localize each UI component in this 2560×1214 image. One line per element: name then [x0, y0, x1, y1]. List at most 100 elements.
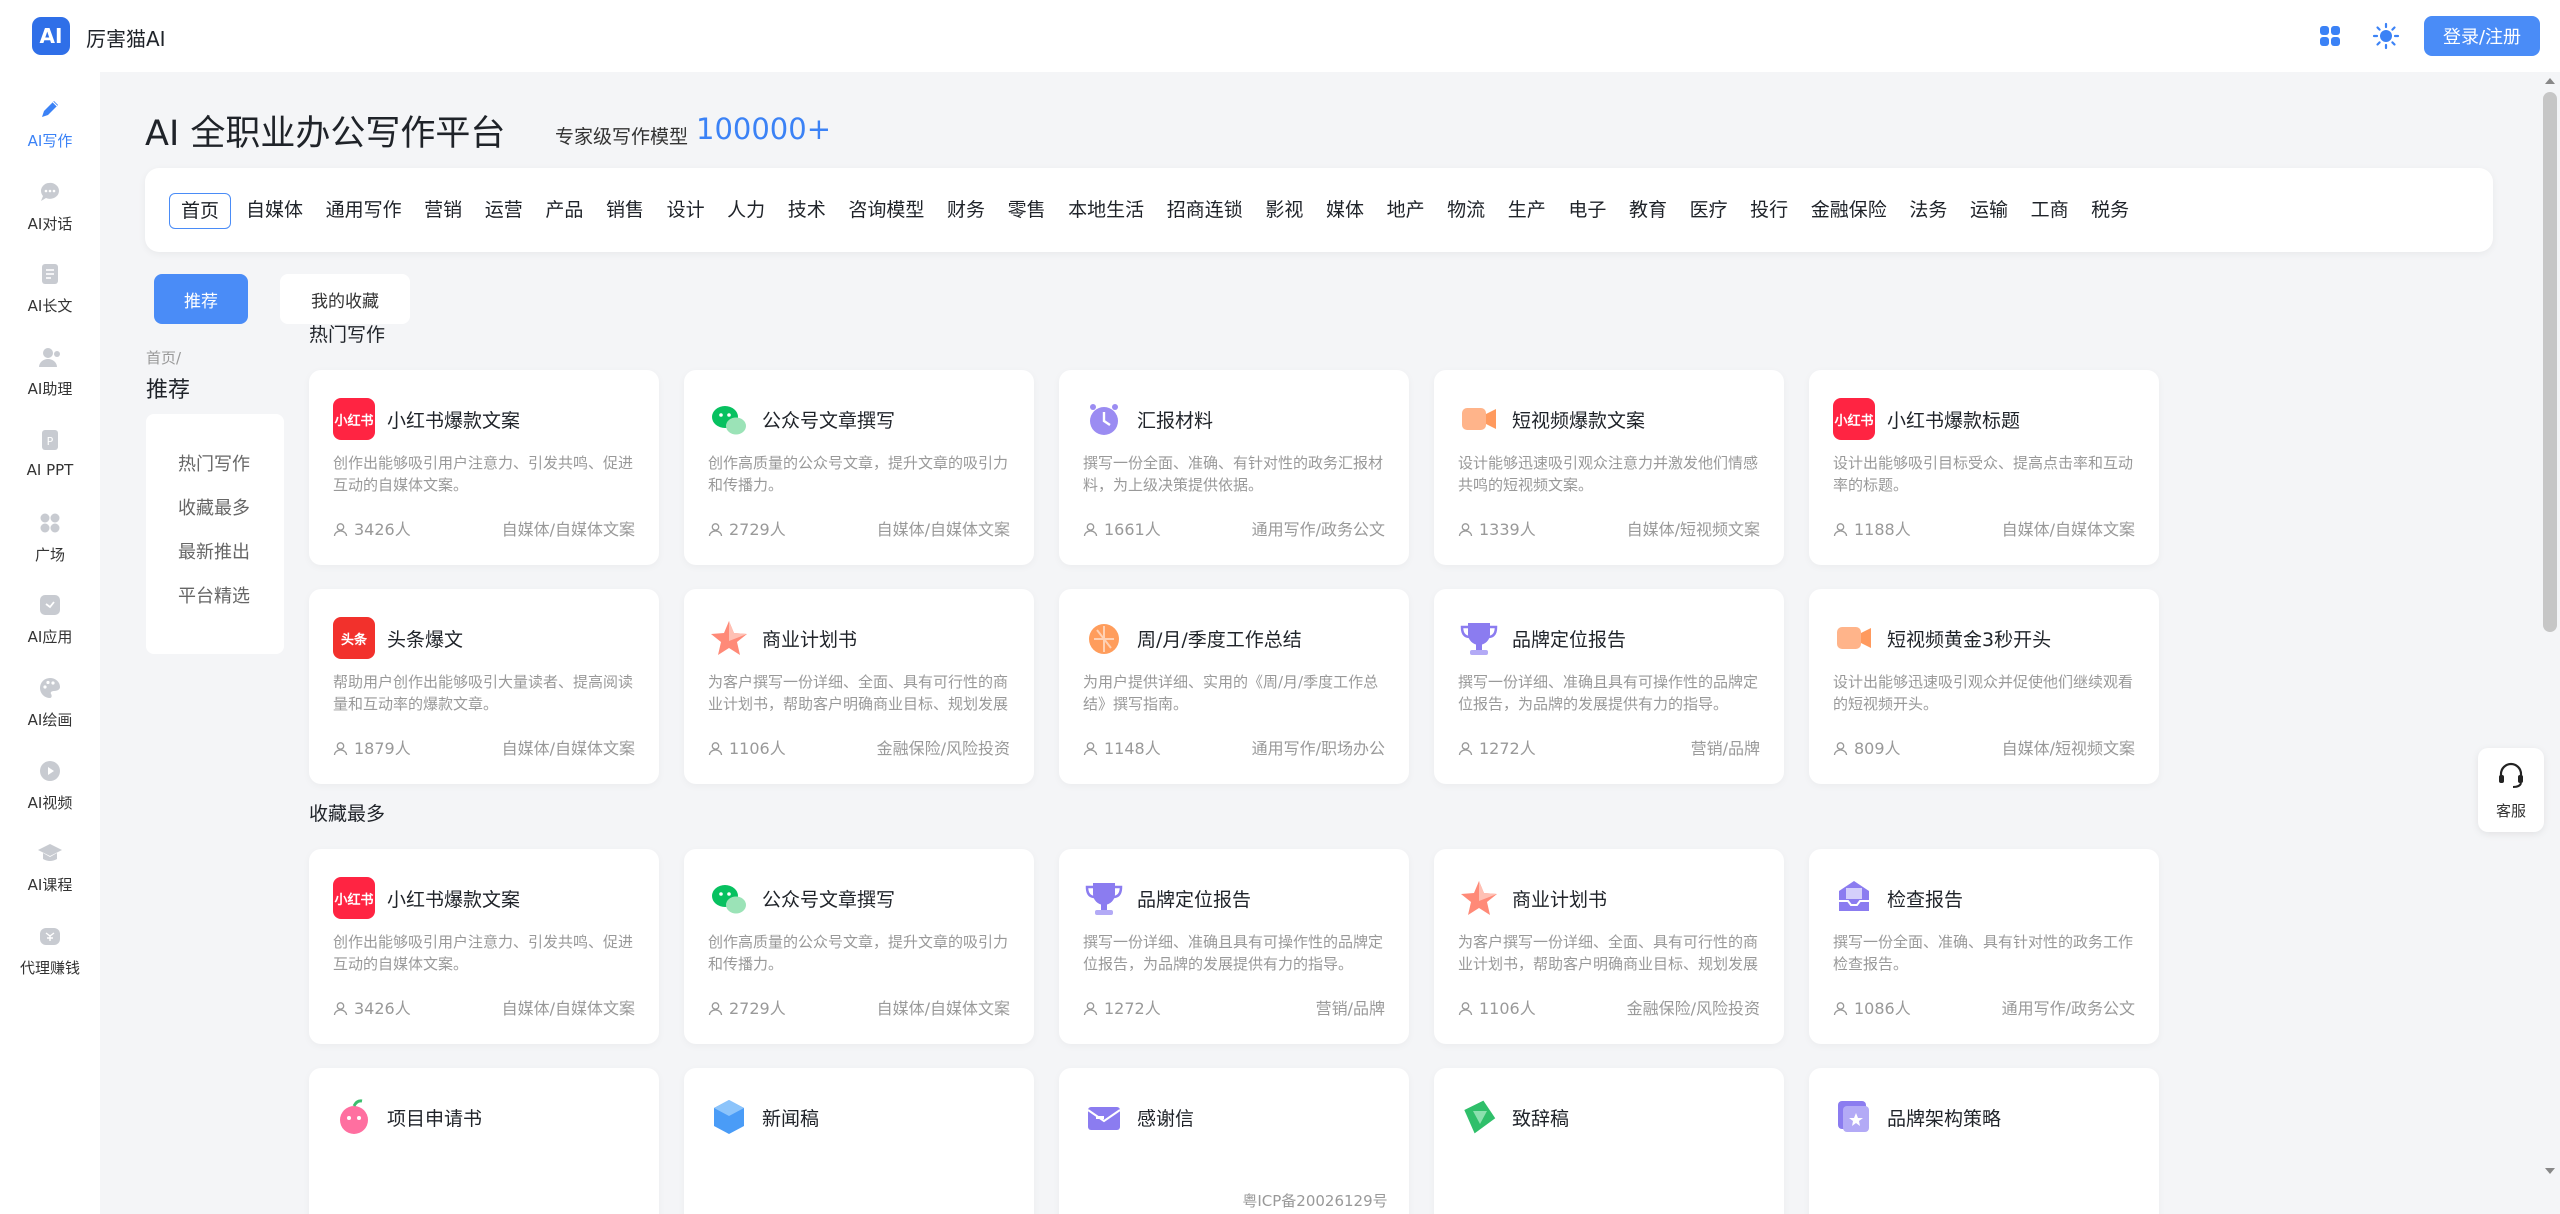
- grid-icon[interactable]: [2318, 24, 2342, 48]
- writing-card[interactable]: 公众号文章撰写 创作高质量的公众号文章，提升文章的吸引力和传播力。 2729人 自媒体…: [684, 370, 1034, 565]
- sidebar-item-4[interactable]: P AI PPT: [0, 417, 100, 495]
- writing-card[interactable]: 小红书 小红书爆款标题 设计出能够吸引目标受众、提高点击率和互动率的标题。 1188人…: [1809, 370, 2159, 565]
- writing-card[interactable]: 品牌定位报告 撰写一份详细、准确且具有可操作性的品牌定位报告，为品牌的发展提供有力…: [1434, 589, 1784, 784]
- category-tab-0[interactable]: 首页: [169, 193, 231, 229]
- xiaohongshu-icon: 小红书: [1833, 398, 1875, 440]
- category-tab-20[interactable]: 电子: [1563, 193, 1611, 229]
- category-tab-9[interactable]: 技术: [783, 193, 831, 229]
- writing-card[interactable]: 商业计划书 为客户撰写一份详细、全面、具有可行性的商业计划书，帮助客户明确商业目标…: [1434, 849, 1784, 1044]
- user-icon: [333, 742, 348, 756]
- category-tab-19[interactable]: 生产: [1503, 193, 1551, 229]
- sidebar-item-2[interactable]: AI长文: [0, 251, 100, 329]
- icp-footer[interactable]: 粤ICP备20026129号: [100, 1190, 2530, 1211]
- usage-count-value: 1879人: [354, 739, 411, 758]
- card-title: 公众号文章撰写: [762, 410, 896, 432]
- sidebar-item-9[interactable]: AI课程: [0, 830, 100, 908]
- card-title: 汇报材料: [1137, 410, 1214, 432]
- subnav-item-0[interactable]: 热门写作: [178, 450, 250, 476]
- writing-card[interactable]: 周/月/季度工作总结 为用户提供详细、实用的《周/月/季度工作总结》撰写指南。 11…: [1059, 589, 1409, 784]
- scrollbar-thumb[interactable]: [2543, 92, 2557, 632]
- sidebar-item-7[interactable]: AI绘画: [0, 665, 100, 743]
- category-tag: 自媒体/自媒体文案: [501, 739, 635, 758]
- app-name[interactable]: 厉害猫AI: [86, 23, 166, 52]
- subnav-item-3[interactable]: 平台精选: [178, 582, 250, 608]
- category-tag: 通用写作/政务公文: [2001, 999, 2135, 1018]
- category-tab-12[interactable]: 零售: [1003, 193, 1051, 229]
- category-tab-17[interactable]: 地产: [1382, 193, 1430, 229]
- user-icon: [708, 1002, 723, 1016]
- category-tab-28[interactable]: 税务: [2086, 193, 2134, 229]
- card-description: 帮助用户创作出能够吸引大量读者、提高阅读量和互动率的爆款文章。: [333, 673, 634, 713]
- category-tab-6[interactable]: 销售: [601, 193, 649, 229]
- sub-navigation: 热门写作收藏最多最新推出平台精选: [146, 414, 284, 654]
- category-tab-15[interactable]: 影视: [1260, 193, 1308, 229]
- page-title: AI 全职业办公写作平台: [145, 114, 506, 154]
- category-tab-16[interactable]: 媒体: [1321, 193, 1369, 229]
- category-tab-3[interactable]: 营销: [419, 193, 467, 229]
- category-tab-8[interactable]: 人力: [722, 193, 770, 229]
- writing-card[interactable]: 短视频黄金3秒开头 设计出能够迅速吸引观众并促使他们继续观看的短视频开头。 809人…: [1809, 589, 2159, 784]
- section-title: 热门写作: [309, 324, 386, 346]
- usage-count: 1339人: [1458, 516, 1536, 540]
- category-tag: 自媒体/短视频文案: [2001, 739, 2135, 758]
- category-tab-18[interactable]: 物流: [1442, 193, 1490, 229]
- sidebar-item-8[interactable]: AI视频: [0, 748, 100, 826]
- writing-card[interactable]: 小红书 小红书爆款文案 创作出能够吸引用户注意力、引发共鸣、促进互动的自媒体文案。 3…: [309, 370, 659, 565]
- sidebar-item-5[interactable]: 广场: [0, 500, 100, 578]
- user-icon: [1833, 1002, 1848, 1016]
- category-tab-25[interactable]: 法务: [1904, 193, 1952, 229]
- writing-card[interactable]: 商业计划书 为客户撰写一份详细、全面、具有可行性的商业计划书，帮助客户明确商业目标…: [684, 589, 1034, 784]
- category-tab-1[interactable]: 自媒体: [241, 193, 308, 229]
- category-tab-22[interactable]: 医疗: [1685, 193, 1733, 229]
- category-tab-7[interactable]: 设计: [662, 193, 710, 229]
- usage-count: 1188人: [1833, 516, 1911, 540]
- customer-service-button[interactable]: 客服: [2478, 748, 2544, 832]
- sidebar-item-3[interactable]: AI助理: [0, 334, 100, 412]
- writing-card[interactable]: 头条 头条爆文 帮助用户创作出能够吸引大量读者、提高阅读量和互动率的爆款文章。 187…: [309, 589, 659, 784]
- writing-card[interactable]: 检查报告 撰写一份全面、准确、具有针对性的政务工作检查报告。 1086人 通用写作/政…: [1809, 849, 2159, 1044]
- category-tab-14[interactable]: 招商连锁: [1162, 193, 1248, 229]
- toutiao-icon: 头条: [333, 617, 375, 659]
- user-icon: [1083, 523, 1098, 537]
- sidebar-item-label: AI视频: [27, 793, 73, 812]
- writing-card[interactable]: 短视频爆款文案 设计能够迅速吸引观众注意力并激发他们情感共鸣的短视频文案。 1339…: [1434, 370, 1784, 565]
- category-bar: 首页 自媒体 通用写作 营销 运营 产品 销售 设计 人力 技术 咨询模型 财务 零售 本地生活 招商连锁影…: [145, 168, 2493, 252]
- usage-count-value: 809人: [1854, 739, 1901, 758]
- scroll-up-arrow-icon[interactable]: [2544, 76, 2556, 86]
- logo[interactable]: AI: [32, 17, 70, 55]
- tab-recommend[interactable]: 推荐: [154, 274, 248, 324]
- category-tab-4[interactable]: 运营: [480, 193, 528, 229]
- sidebar-item-1[interactable]: AI对话: [0, 169, 100, 247]
- writing-card[interactable]: 汇报材料 撰写一份全面、准确、有针对性的政务汇报材料，为上级决策提供依据。 1661…: [1059, 370, 1409, 565]
- category-tab-21[interactable]: 教育: [1624, 193, 1672, 229]
- sun-icon[interactable]: [2372, 22, 2400, 50]
- tab-favorites[interactable]: 我的收藏: [280, 274, 410, 324]
- category-tab-27[interactable]: 工商: [2026, 193, 2074, 229]
- breadcrumb[interactable]: 首页/: [146, 347, 181, 368]
- card-description: 撰写一份全面、准确、具有针对性的政务工作检查报告。: [1833, 933, 2134, 973]
- category-tab-24[interactable]: 金融保险: [1806, 193, 1892, 229]
- camera-icon: [1458, 398, 1500, 440]
- usage-count: 1106人: [708, 735, 786, 759]
- chat-icon: [40, 182, 59, 201]
- category-tab-5[interactable]: 产品: [540, 193, 588, 229]
- sidebar-item-6[interactable]: AI应用: [0, 582, 100, 660]
- sidebar-item-label: AI长文: [27, 297, 73, 316]
- category-tab-2[interactable]: 通用写作: [321, 193, 407, 229]
- usage-count-value: 1661人: [1104, 520, 1161, 539]
- scroll-down-arrow-icon[interactable]: [2544, 1166, 2556, 1176]
- login-register-button[interactable]: 登录/注册: [2424, 16, 2540, 56]
- writing-card[interactable]: 小红书 小红书爆款文案 创作出能够吸引用户注意力、引发共鸣、促进互动的自媒体文案。 3…: [309, 849, 659, 1044]
- writing-card[interactable]: 品牌定位报告 撰写一份详细、准确且具有可操作性的品牌定位报告，为品牌的发展提供有力…: [1059, 849, 1409, 1044]
- subnav-item-2[interactable]: 最新推出: [178, 538, 250, 564]
- writing-card[interactable]: 公众号文章撰写 创作高质量的公众号文章，提升文章的吸引力和传播力。 2729人 自媒体…: [684, 849, 1034, 1044]
- sidebar-item-0[interactable]: AI写作: [0, 86, 100, 164]
- subnav-item-1[interactable]: 收藏最多: [178, 494, 250, 520]
- sidebar-item-10[interactable]: 代理赚钱: [0, 913, 100, 991]
- category-tab-23[interactable]: 投行: [1745, 193, 1793, 229]
- category-tab-13[interactable]: 本地生活: [1063, 193, 1149, 229]
- category-tab-11[interactable]: 财务: [942, 193, 990, 229]
- category-tab-26[interactable]: 运输: [1965, 193, 2013, 229]
- category-tab-10[interactable]: 咨询模型: [843, 193, 929, 229]
- svg-text:P: P: [47, 435, 54, 448]
